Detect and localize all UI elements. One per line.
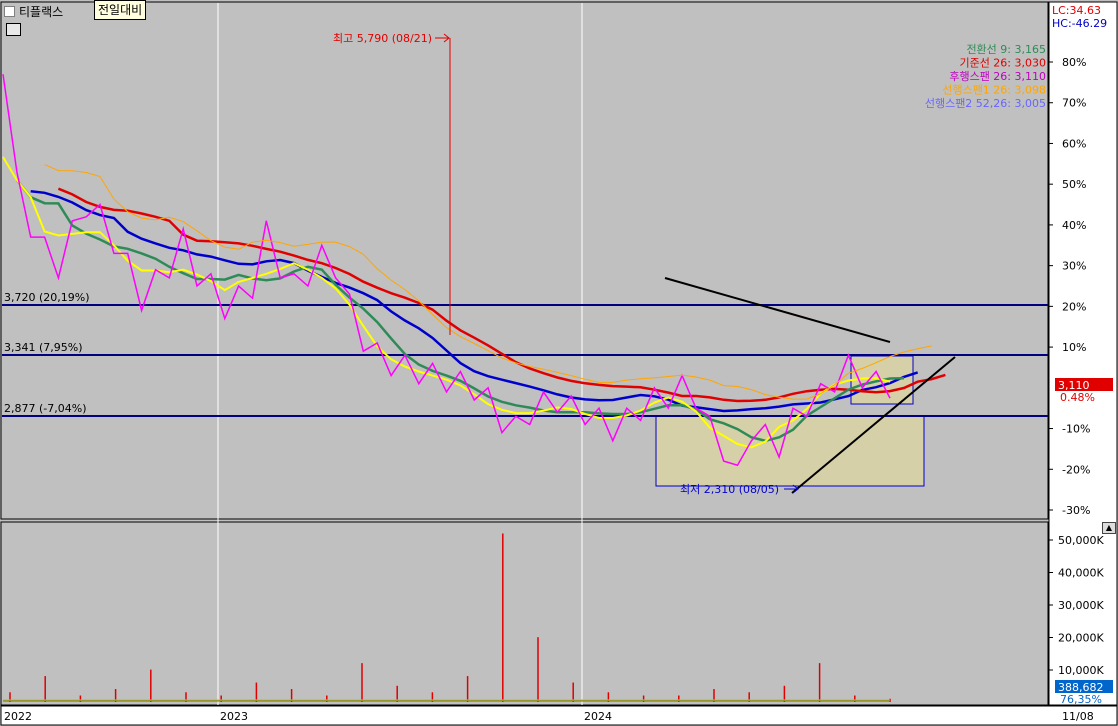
price-axis-tick: -10% (1062, 423, 1090, 436)
time-label-2024: 2024 (584, 710, 612, 723)
grid-icon[interactable] (6, 23, 21, 36)
price-axis-tick: 60% (1062, 137, 1086, 150)
price-axis-tick: -30% (1062, 504, 1090, 517)
current-price-pct: 0.48% (1060, 391, 1095, 404)
legend-item: 기준선 26: 3,030 (959, 57, 1046, 70)
high-label: 최고 5,790 (08/21) (333, 32, 432, 45)
stock-name: 티플랙스 (19, 4, 64, 19)
chart-frame: 최고 5,790 (08/21) 최저 2,310 (08/05) 3,720 … (0, 1, 1118, 726)
compare-button[interactable]: 전일대비 (94, 0, 147, 20)
legend-item: 선행스팬2 52,26: 3,005 (925, 97, 1046, 110)
time-label-2022: 2022 (4, 710, 32, 723)
low-label: 최저 2,310 (08/05) (680, 483, 779, 496)
price-axis-tick: -20% (1062, 463, 1090, 476)
volume-axis-tick: 50,000K (1058, 534, 1104, 547)
time-label-2023: 2023 (220, 710, 248, 723)
volume-axis-tick: 40,000K (1058, 567, 1104, 580)
volume-axis-tick: 20,000K (1058, 632, 1104, 645)
hc-label: HC:-46.29 (1052, 17, 1107, 30)
price-axis-tick: 80% (1062, 56, 1086, 69)
price-axis-tick: 20% (1062, 300, 1086, 313)
legend-item: 선행스팬1 26: 3,098 (942, 84, 1046, 97)
level2-label: 3,341 (7,95%) (4, 341, 83, 354)
legend-item: 후행스팬 26: 3,110 (949, 70, 1046, 83)
volume-axis-tick: 30,000K (1058, 599, 1104, 612)
price-axis-tick: 30% (1062, 260, 1086, 273)
cloud-box-lower (655, 415, 925, 487)
panel-expand-icon[interactable]: ▲ (1102, 522, 1116, 534)
time-axis (0, 705, 1118, 726)
time-label-end: 11/08 (1062, 710, 1094, 723)
chart-title-bar: 티플랙스 (2, 2, 63, 20)
legend-item: 전환선 9: 3,165 (966, 43, 1046, 56)
volume-panel[interactable] (0, 521, 1049, 706)
level1-label: 3,720 (20,19%) (4, 291, 90, 304)
price-axis-tick: 70% (1062, 97, 1086, 110)
volume-pct: 76,35% (1060, 693, 1102, 706)
lc-label: LC:34.63 (1052, 4, 1101, 17)
title-checkbox[interactable] (4, 5, 15, 17)
price-axis-tick: 10% (1062, 341, 1086, 354)
volume-axis-tick: 10,000K (1058, 664, 1104, 677)
level3-label: 2,877 (-7,04%) (4, 402, 86, 415)
price-axis-tick: 40% (1062, 219, 1086, 232)
price-axis-tick: 50% (1062, 178, 1086, 191)
